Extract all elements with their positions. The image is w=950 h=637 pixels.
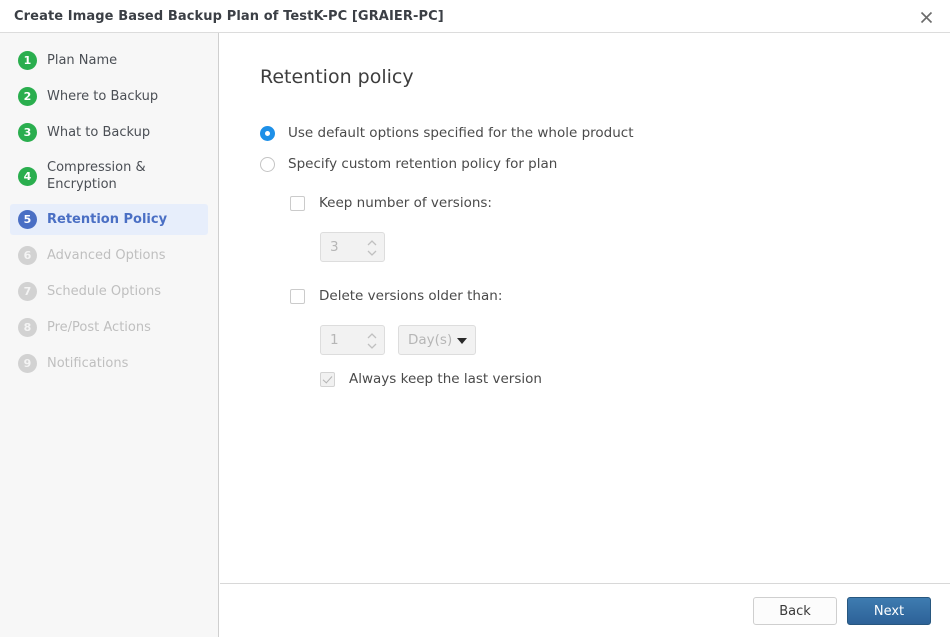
step-badge-1: 1 [18,51,37,70]
checkbox-delete-older-label: Delete versions older than: [319,288,503,304]
sidebar-item-label: Notifications [47,356,129,371]
main-content-panel: Retention policy Use default options spe… [220,33,950,583]
sidebar-item-schedule-options[interactable]: 7 Schedule Options [10,276,208,307]
close-icon[interactable] [910,4,942,30]
checkbox-delete-versions-older-than[interactable] [290,288,305,304]
sidebar-item-label: Advanced Options [47,248,166,263]
radio-specify-custom[interactable] [260,156,275,172]
sidebar-item-retention-policy[interactable]: 5 Retention Policy [10,204,208,235]
checkbox-always-keep-last-version[interactable] [320,371,335,387]
sidebar-item-label: Pre/Post Actions [47,320,151,335]
checkbox-row-keep-versions[interactable]: Keep number of versions: [290,195,492,211]
sidebar-item-label: Plan Name [47,53,118,68]
wizard-steps-sidebar: 1 Plan Name 2 Where to Backup 3 What to … [0,33,219,637]
chevron-down-icon[interactable] [457,338,467,344]
period-unit-select[interactable]: Day(s) [398,325,476,355]
sidebar-item-what-to-backup[interactable]: 3 What to Backup [10,117,208,148]
sidebar-item-pre-post-actions[interactable]: 8 Pre/Post Actions [10,312,208,343]
radio-use-default-label: Use default options specified for the wh… [288,125,634,141]
sidebar-item-label: Retention Policy [47,212,168,227]
sidebar-item-compression-encryption[interactable]: 4 Compression & Encryption [10,153,208,199]
period-unit-value: Day(s) [408,332,453,348]
step-badge-7: 7 [18,282,37,301]
step-badge-4: 4 [18,166,37,186]
keep-versions-value: 3 [330,239,339,255]
step-badge-9: 9 [18,354,37,373]
sidebar-item-label: Compression & Encryption [47,160,146,192]
sidebar-item-notifications[interactable]: 9 Notifications [10,348,208,379]
window-titlebar: Create Image Based Backup Plan of TestK-… [0,0,950,33]
sidebar-item-plan-name[interactable]: 1 Plan Name [10,45,208,76]
dialog-footer: Back Next [220,583,950,637]
radio-use-default[interactable] [260,125,275,141]
radio-row-specify-custom[interactable]: Specify custom retention policy for plan [260,156,557,172]
sidebar-item-advanced-options[interactable]: 6 Advanced Options [10,240,208,271]
next-button[interactable]: Next [847,597,931,625]
page-title: Retention policy [260,66,414,88]
step-badge-3: 3 [18,123,37,142]
sidebar-item-label: Schedule Options [47,284,162,299]
checkbox-always-keep-last-label: Always keep the last version [349,371,542,387]
keep-versions-stepper[interactable]: 3 [320,232,385,262]
checkbox-row-delete-older[interactable]: Delete versions older than: [290,288,502,304]
radio-row-use-default[interactable]: Use default options specified for the wh… [260,125,634,141]
checkbox-keep-number-of-versions[interactable] [290,195,305,211]
stepper-arrows-icon[interactable] [366,330,378,352]
back-button[interactable]: Back [753,597,837,625]
sidebar-item-label: What to Backup [47,125,151,140]
delete-older-stepper[interactable]: 1 [320,325,385,355]
step-badge-5: 5 [18,210,37,229]
delete-older-value: 1 [330,332,339,348]
sidebar-item-label: Where to Backup [47,89,159,104]
radio-specify-custom-label: Specify custom retention policy for plan [288,156,558,172]
stepper-arrows-icon[interactable] [366,237,378,259]
sidebar-item-where-to-backup[interactable]: 2 Where to Backup [10,81,208,112]
step-badge-6: 6 [18,246,37,265]
window-title: Create Image Based Backup Plan of TestK-… [14,9,444,24]
step-badge-8: 8 [18,318,37,337]
checkbox-keep-versions-label: Keep number of versions: [319,195,492,211]
checkbox-row-always-keep-last[interactable]: Always keep the last version [320,371,542,387]
step-badge-2: 2 [18,87,37,106]
